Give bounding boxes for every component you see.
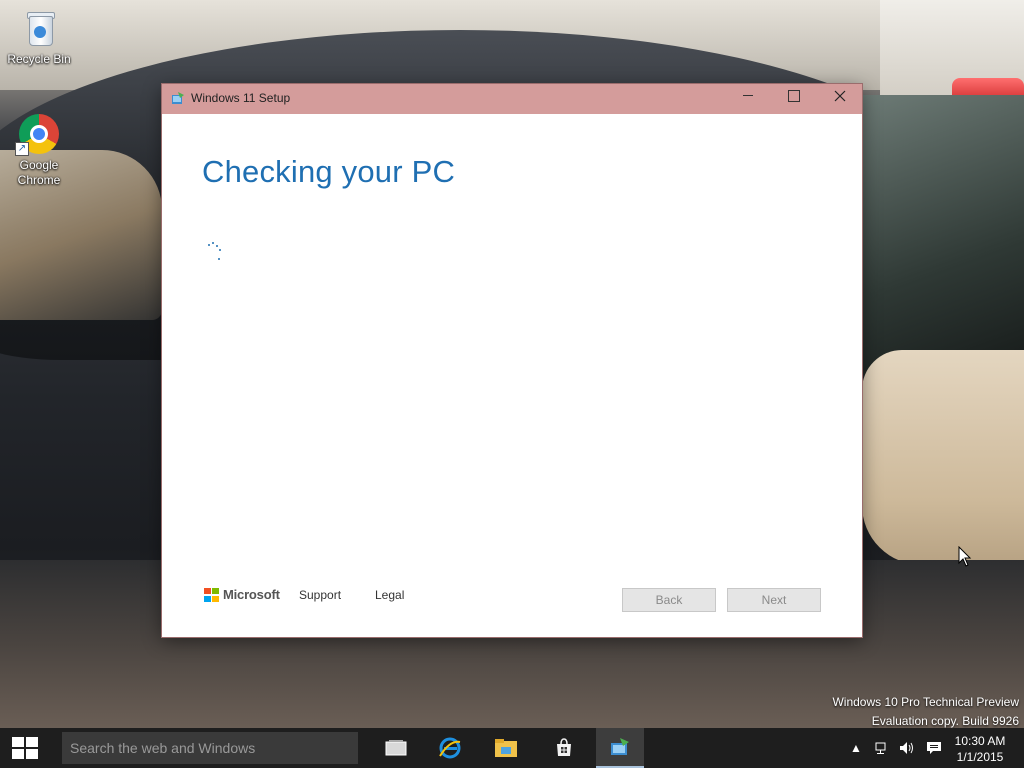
start-button[interactable] [0,728,50,768]
microsoft-wordmark: Microsoft [223,587,280,602]
mouse-cursor-icon [958,546,972,567]
task-view-button[interactable] [372,728,420,768]
window-titlebar[interactable]: Windows 11 Setup [162,84,862,114]
store-icon [557,738,571,756]
support-link[interactable]: Support [299,588,341,602]
chrome-icon: ↗ [15,114,59,156]
page-title: Checking your PC [202,154,456,189]
windows-setup-taskbar-button[interactable] [596,728,644,768]
clock-time: 10:30 AM [954,734,1006,748]
minimize-icon [743,95,753,97]
network-icon[interactable] [874,740,890,756]
clock-date: 1/1/2015 [956,750,1004,764]
file-explorer-icon [495,739,517,757]
windows-setup-icon [611,738,629,755]
task-view-icon [385,740,407,756]
windows-logo-icon [12,737,38,759]
back-button[interactable]: Back [622,588,716,612]
desktop-icon-label: Google Chrome [17,158,61,187]
internet-explorer-button[interactable] [426,728,474,768]
next-button[interactable]: Next [727,588,821,612]
close-button[interactable] [817,84,863,108]
loading-spinner-icon [204,242,224,262]
wallpaper-car-side-window [860,95,1024,375]
desktop-icon-recycle-bin[interactable]: Recycle Bin [1,8,77,67]
taskbar: Search the web and Windows ▲ 10:30 AM 1/… [0,728,1024,768]
close-icon [834,90,846,101]
microsoft-logo: Microsoft [204,587,280,602]
system-clock[interactable]: 10:30 AM 1/1/2015 [950,733,1010,765]
search-box[interactable]: Search the web and Windows [62,732,358,764]
watermark-line-1: Windows 10 Pro Technical Preview [832,695,1019,709]
volume-icon[interactable] [898,740,914,756]
recycle-bin-icon [19,8,59,48]
maximize-button[interactable] [771,84,817,108]
setup-app-icon [172,92,184,104]
window-title: Windows 11 Setup [191,91,291,105]
maximize-icon [788,89,800,102]
internet-explorer-icon [439,737,461,759]
action-center-icon[interactable] [926,740,942,756]
file-explorer-button[interactable] [482,728,530,768]
shortcut-arrow-icon: ↗ [15,142,29,156]
microsoft-logo-icon [204,587,219,602]
show-hidden-icons-icon[interactable]: ▲ [848,740,864,756]
setup-window: Windows 11 Setup Checking your PC Micros… [162,84,862,637]
store-button[interactable] [540,728,588,768]
wallpaper-car-door [862,350,1024,565]
desktop-icon-google-chrome[interactable]: ↗ Google Chrome [1,114,77,188]
evaluation-watermark: Windows 10 Pro Technical Preview Evaluat… [832,693,1019,731]
desktop-icon-label: Recycle Bin [7,52,71,66]
minimize-button[interactable] [725,84,771,108]
legal-link[interactable]: Legal [375,588,404,602]
